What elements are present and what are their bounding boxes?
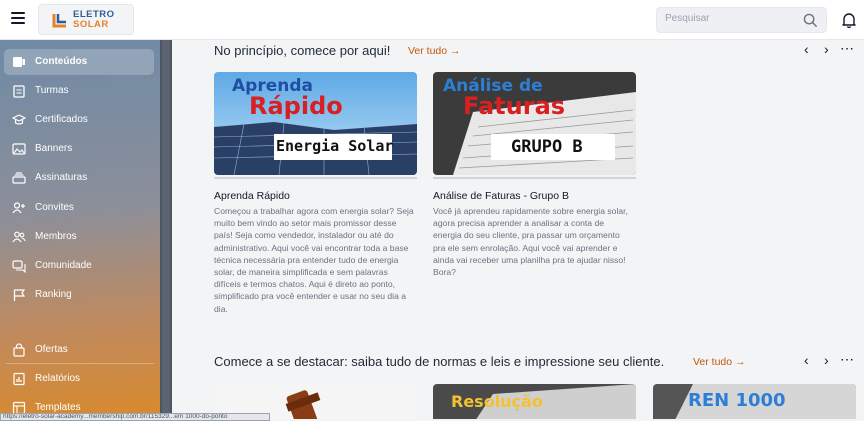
sidebar-item-ofertas[interactable]: Ofertas xyxy=(4,337,154,363)
card-title[interactable]: Aprenda Rápido xyxy=(214,190,290,202)
next-arrow-icon[interactable]: › xyxy=(824,352,829,368)
sidebar-item-banners[interactable]: Banners xyxy=(4,136,154,162)
card-image-subtitle: Faturas xyxy=(463,92,566,120)
user-plus-icon xyxy=(12,202,25,214)
sidebar-item-convites[interactable]: Convites xyxy=(4,195,154,221)
stack-icon xyxy=(12,172,26,184)
chat-icon xyxy=(12,260,26,273)
graduation-cap-icon xyxy=(12,114,26,125)
section-title: Comece a se destacar: saiba tudo de norm… xyxy=(214,354,665,369)
logo[interactable]: ELETRO SOLAR xyxy=(38,4,134,35)
sidebar-scrollbar[interactable] xyxy=(160,40,172,419)
card-title[interactable]: Análise de Faturas - Grupo B xyxy=(433,190,569,202)
card-thumbnail-resolucao[interactable]: Resolução xyxy=(433,384,636,419)
search-box[interactable] xyxy=(656,7,827,33)
more-options-icon[interactable]: ⋯ xyxy=(840,40,854,57)
sidebar-item-label: Turmas xyxy=(35,85,69,96)
sidebar-item-label: Assinaturas xyxy=(35,172,88,183)
menu-icon[interactable] xyxy=(11,12,25,24)
sidebar-item-label: Conteúdos xyxy=(35,56,88,67)
card-thumbnail-analise-faturas[interactable]: Análise de Faturas GRUPO B xyxy=(433,72,636,175)
card-image-subtitle: Rápido xyxy=(249,92,343,120)
sidebar-item-relatorios[interactable]: Relatórios xyxy=(4,366,154,392)
card-thumbnail-ren-1000[interactable]: REN 1000 xyxy=(653,384,856,419)
clipboard-icon xyxy=(13,85,25,98)
content-icon xyxy=(13,57,25,67)
logo-text-line2: SOLAR xyxy=(73,19,109,30)
sidebar-item-conteudos[interactable]: Conteúdos xyxy=(4,49,154,75)
next-arrow-icon[interactable]: › xyxy=(824,41,829,57)
flag-icon xyxy=(13,289,26,301)
card-progress-line xyxy=(433,177,636,179)
top-bar: ELETRO SOLAR xyxy=(0,0,864,40)
sidebar-item-label: Ranking xyxy=(35,289,72,300)
status-bar-url: https://eletro-solar-academy...membershi… xyxy=(0,413,270,421)
card-description: Começou a trabalhar agora com energia so… xyxy=(214,206,414,314)
sidebar-divider xyxy=(6,363,154,364)
card-image-title: REN 1000 xyxy=(688,390,786,411)
sidebar-item-label: Banners xyxy=(35,143,73,154)
scrollbar-thumb[interactable] xyxy=(162,40,170,419)
sidebar-item-assinaturas[interactable]: Assinaturas xyxy=(4,165,154,191)
see-all-link[interactable]: Ver tudo → xyxy=(408,45,461,57)
sidebar-item-label: Comunidade xyxy=(35,260,92,271)
see-all-link[interactable]: Ver tudo → xyxy=(693,356,746,368)
users-icon xyxy=(12,231,26,243)
sidebar-item-certificados[interactable]: Certificados xyxy=(4,107,154,133)
card-image-caption: GRUPO B xyxy=(511,137,583,157)
prev-arrow-icon[interactable]: ‹ xyxy=(804,41,809,57)
logo-mark-icon xyxy=(52,14,66,28)
image-icon xyxy=(12,143,26,155)
main-content: No princípio, comece por aqui! Ver tudo … xyxy=(172,40,864,419)
sidebar-item-label: Ofertas xyxy=(35,344,68,355)
card-image-title: Resolução xyxy=(451,392,543,411)
sidebar: Conteúdos Turmas Certificados Banners As… xyxy=(0,40,160,419)
card-description: Você já aprendeu rapidamente sobre energ… xyxy=(433,206,628,278)
sidebar-item-turmas[interactable]: Turmas xyxy=(4,78,154,104)
sidebar-item-comunidade[interactable]: Comunidade xyxy=(4,253,154,279)
card-progress-line xyxy=(214,177,417,179)
report-icon xyxy=(13,372,25,386)
sidebar-item-label: Membros xyxy=(35,231,77,242)
sidebar-item-label: Templates xyxy=(35,402,81,413)
more-options-icon[interactable]: ⋯ xyxy=(840,351,854,368)
bag-icon xyxy=(13,343,25,357)
bell-icon[interactable] xyxy=(842,12,856,28)
search-icon[interactable] xyxy=(803,13,818,28)
sidebar-item-label: Convites xyxy=(35,202,74,213)
sidebar-item-label: Certificados xyxy=(35,114,88,125)
section-title: No princípio, comece por aqui! xyxy=(214,43,391,58)
search-input[interactable] xyxy=(665,13,795,24)
card-thumbnail-aprenda-rapido[interactable]: Aprenda Rápido Energia Solar xyxy=(214,72,417,175)
sidebar-item-membros[interactable]: Membros xyxy=(4,224,154,250)
card-image-caption: Energia Solar xyxy=(276,137,394,155)
prev-arrow-icon[interactable]: ‹ xyxy=(804,352,809,368)
sidebar-item-label: Relatórios xyxy=(35,373,81,384)
sidebar-item-ranking[interactable]: Ranking xyxy=(4,282,154,308)
